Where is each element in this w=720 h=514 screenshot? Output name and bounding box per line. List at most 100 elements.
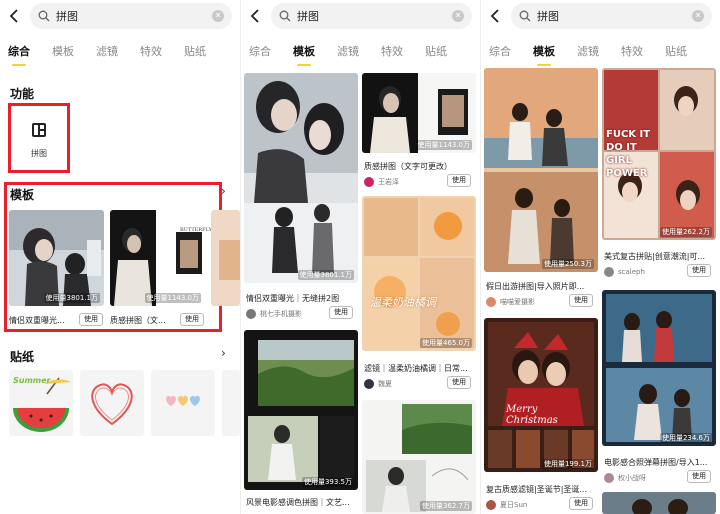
template-card-retro-collage[interactable]: FUCK IT DO IT GIRL POWER 使用量262.2万 — [602, 68, 716, 240]
clear-icon[interactable]: ✕ — [452, 10, 464, 22]
author-avatar — [604, 473, 614, 483]
category-tabs: 综合 模板 滤镜 特效 贴纸 — [0, 32, 240, 70]
collage-function-button[interactable]: 拼图 — [8, 103, 70, 173]
template-card-partial[interactable] — [602, 492, 716, 514]
search-input[interactable]: 拼图 ✕ — [30, 3, 232, 29]
template-title: 假日出游拼图|导入照片即... — [486, 282, 585, 291]
small-hearts-icon — [166, 395, 200, 406]
texture-collage-thumbnail — [110, 210, 205, 306]
usage-count: 使用量250.3万 — [541, 259, 594, 269]
couple-snow-thumbnail — [9, 210, 104, 306]
landscape-film-thumbnail — [244, 330, 358, 490]
overlay-text: 温柔奶油橘调 — [370, 296, 436, 309]
use-button[interactable]: 使用 — [79, 313, 103, 326]
use-button[interactable]: 使用 — [447, 376, 471, 389]
search-query: 拼图 — [297, 10, 319, 23]
template-card-christmas[interactable]: Merry Christmas 使用量199.1万 — [484, 318, 598, 472]
chevron-right-icon[interactable]: › — [221, 346, 226, 360]
heart-sticker[interactable] — [80, 370, 144, 436]
tab-stickers[interactable]: 贴纸 — [184, 43, 206, 59]
collage-grid-icon — [32, 123, 46, 137]
template-title: 情侣双重曝光｜无缝拼2图 — [246, 294, 340, 303]
template-card-texture[interactable]: 使用量1143.0万 — [110, 210, 205, 306]
template-card-texture[interactable]: 使用量1143.0万 — [362, 73, 476, 153]
tab-templates[interactable]: 模板 — [533, 43, 555, 66]
search-input[interactable]: 拼图 ✕ — [271, 3, 472, 29]
tab-filters[interactable]: 滤镜 — [577, 43, 599, 59]
screen-templates-scrolled: 拼图 ✕ 综合 模板 滤镜 特效 贴纸 使用量250.3万 假日出游拼图|导入照… — [480, 0, 720, 514]
use-button[interactable]: 使用 — [687, 470, 711, 483]
tab-stickers[interactable]: 贴纸 — [425, 43, 447, 59]
tab-comprehensive[interactable]: 综合 — [249, 43, 271, 59]
tab-templates[interactable]: 模板 — [293, 43, 315, 66]
tab-overflow-fade — [712, 42, 720, 60]
screenshot-collage: 拼图 ✕ 综合 模板 滤镜 特效 贴纸 功能 拼图 模板 › 使用量3801.1… — [0, 0, 720, 514]
usage-count: 使用量362.7万 — [419, 501, 472, 511]
watermelon-sticker[interactable]: Summer — [9, 370, 73, 436]
author-avatar — [246, 309, 256, 319]
author-name: 喵喵爱摄影 — [500, 298, 535, 306]
tab-filters[interactable]: 滤镜 — [96, 43, 118, 59]
usage-count: 使用量1143.0万 — [415, 140, 472, 150]
template-card-partial[interactable] — [211, 210, 240, 306]
template-card-holiday[interactable]: 使用量250.3万 — [484, 68, 598, 272]
search-input[interactable]: 拼图 ✕ — [511, 3, 712, 29]
template-card-couple[interactable]: 使用量3801.1万 — [244, 73, 358, 283]
author-name: 桃七手机摄影 — [260, 310, 302, 318]
template-title: 风景电影感调色拼图｜文艺... — [246, 498, 350, 507]
tab-effects[interactable]: 特效 — [140, 43, 162, 59]
butterfly-text: BUTTERFLY — [180, 227, 212, 233]
overlay-text: FUCK IT DO IT GIRL POWER — [606, 129, 651, 179]
search-bar: 拼图 ✕ — [241, 0, 480, 32]
tab-overflow-fade — [232, 42, 240, 60]
clear-icon[interactable]: ✕ — [212, 10, 224, 22]
tab-filters[interactable]: 滤镜 — [337, 43, 359, 59]
use-button[interactable]: 使用 — [180, 313, 204, 326]
couple-exposure-thumbnail — [244, 73, 358, 283]
use-button[interactable]: 使用 — [329, 306, 353, 319]
use-button[interactable]: 使用 — [569, 497, 593, 510]
search-query: 拼图 — [56, 10, 78, 23]
category-tabs: 综合 模板 滤镜 特效 贴纸 — [241, 32, 480, 70]
tab-templates[interactable]: 模板 — [52, 43, 74, 59]
back-arrow-icon — [490, 9, 499, 23]
use-button[interactable]: 使用 — [569, 294, 593, 307]
back-button[interactable] — [4, 5, 26, 27]
author-avatar — [364, 379, 374, 389]
usage-count: 使用量3801.1万 — [43, 293, 100, 303]
usage-count: 使用量3801.1万 — [297, 270, 354, 280]
christmas-filter-thumbnail — [484, 318, 598, 472]
mini-hearts-sticker[interactable] — [151, 370, 215, 436]
template-caption: 质感拼图（文... — [110, 316, 166, 325]
template-title: 复古质感滤镜|圣诞节|圣诞... — [486, 485, 588, 494]
tab-comprehensive[interactable]: 综合 — [8, 43, 30, 66]
back-arrow-icon — [9, 9, 18, 23]
category-tabs: 综合 模板 滤镜 特效 贴纸 — [481, 32, 720, 70]
tab-effects[interactable]: 特效 — [381, 43, 403, 59]
use-button[interactable]: 使用 — [447, 174, 471, 187]
search-icon — [519, 10, 531, 22]
tab-comprehensive[interactable]: 综合 — [489, 43, 511, 59]
clear-icon[interactable]: ✕ — [692, 10, 704, 22]
template-card-film-group[interactable]: 使用量234.6万 — [602, 290, 716, 446]
template-card-memories[interactable]: 使用量362.7万 — [362, 400, 476, 514]
search-bar: 拼图 ✕ — [0, 0, 240, 32]
author-avatar — [364, 177, 374, 187]
tab-effects[interactable]: 特效 — [621, 43, 643, 59]
screen-overview: 拼图 ✕ 综合 模板 滤镜 特效 贴纸 功能 拼图 模板 › 使用量3801.1… — [0, 0, 240, 514]
screen-templates: 拼图 ✕ 综合 模板 滤镜 特效 贴纸 使用量3801.1万 情侣双重曝光｜无缝… — [240, 0, 480, 514]
pink-sticker[interactable] — [222, 370, 240, 436]
usage-count: 使用量262.2万 — [659, 227, 712, 237]
back-button[interactable] — [485, 5, 507, 27]
template-card-landscape[interactable]: 使用量393.5万 — [244, 330, 358, 490]
usage-count: 使用量234.6万 — [659, 433, 712, 443]
template-title: 美式复古拼贴|创意潮流|可... — [604, 252, 706, 261]
template-card-orange-filter[interactable]: 温柔奶油橘调 使用量465.0万 — [362, 196, 476, 351]
usage-count: 使用量465.0万 — [419, 338, 472, 348]
tab-stickers[interactable]: 贴纸 — [665, 43, 687, 59]
template-card-couple[interactable]: 使用量3801.1万 — [9, 210, 104, 306]
use-button[interactable]: 使用 — [687, 264, 711, 277]
back-button[interactable] — [245, 5, 267, 27]
search-query: 拼图 — [537, 10, 559, 23]
function-label: 拼图 — [31, 149, 47, 158]
